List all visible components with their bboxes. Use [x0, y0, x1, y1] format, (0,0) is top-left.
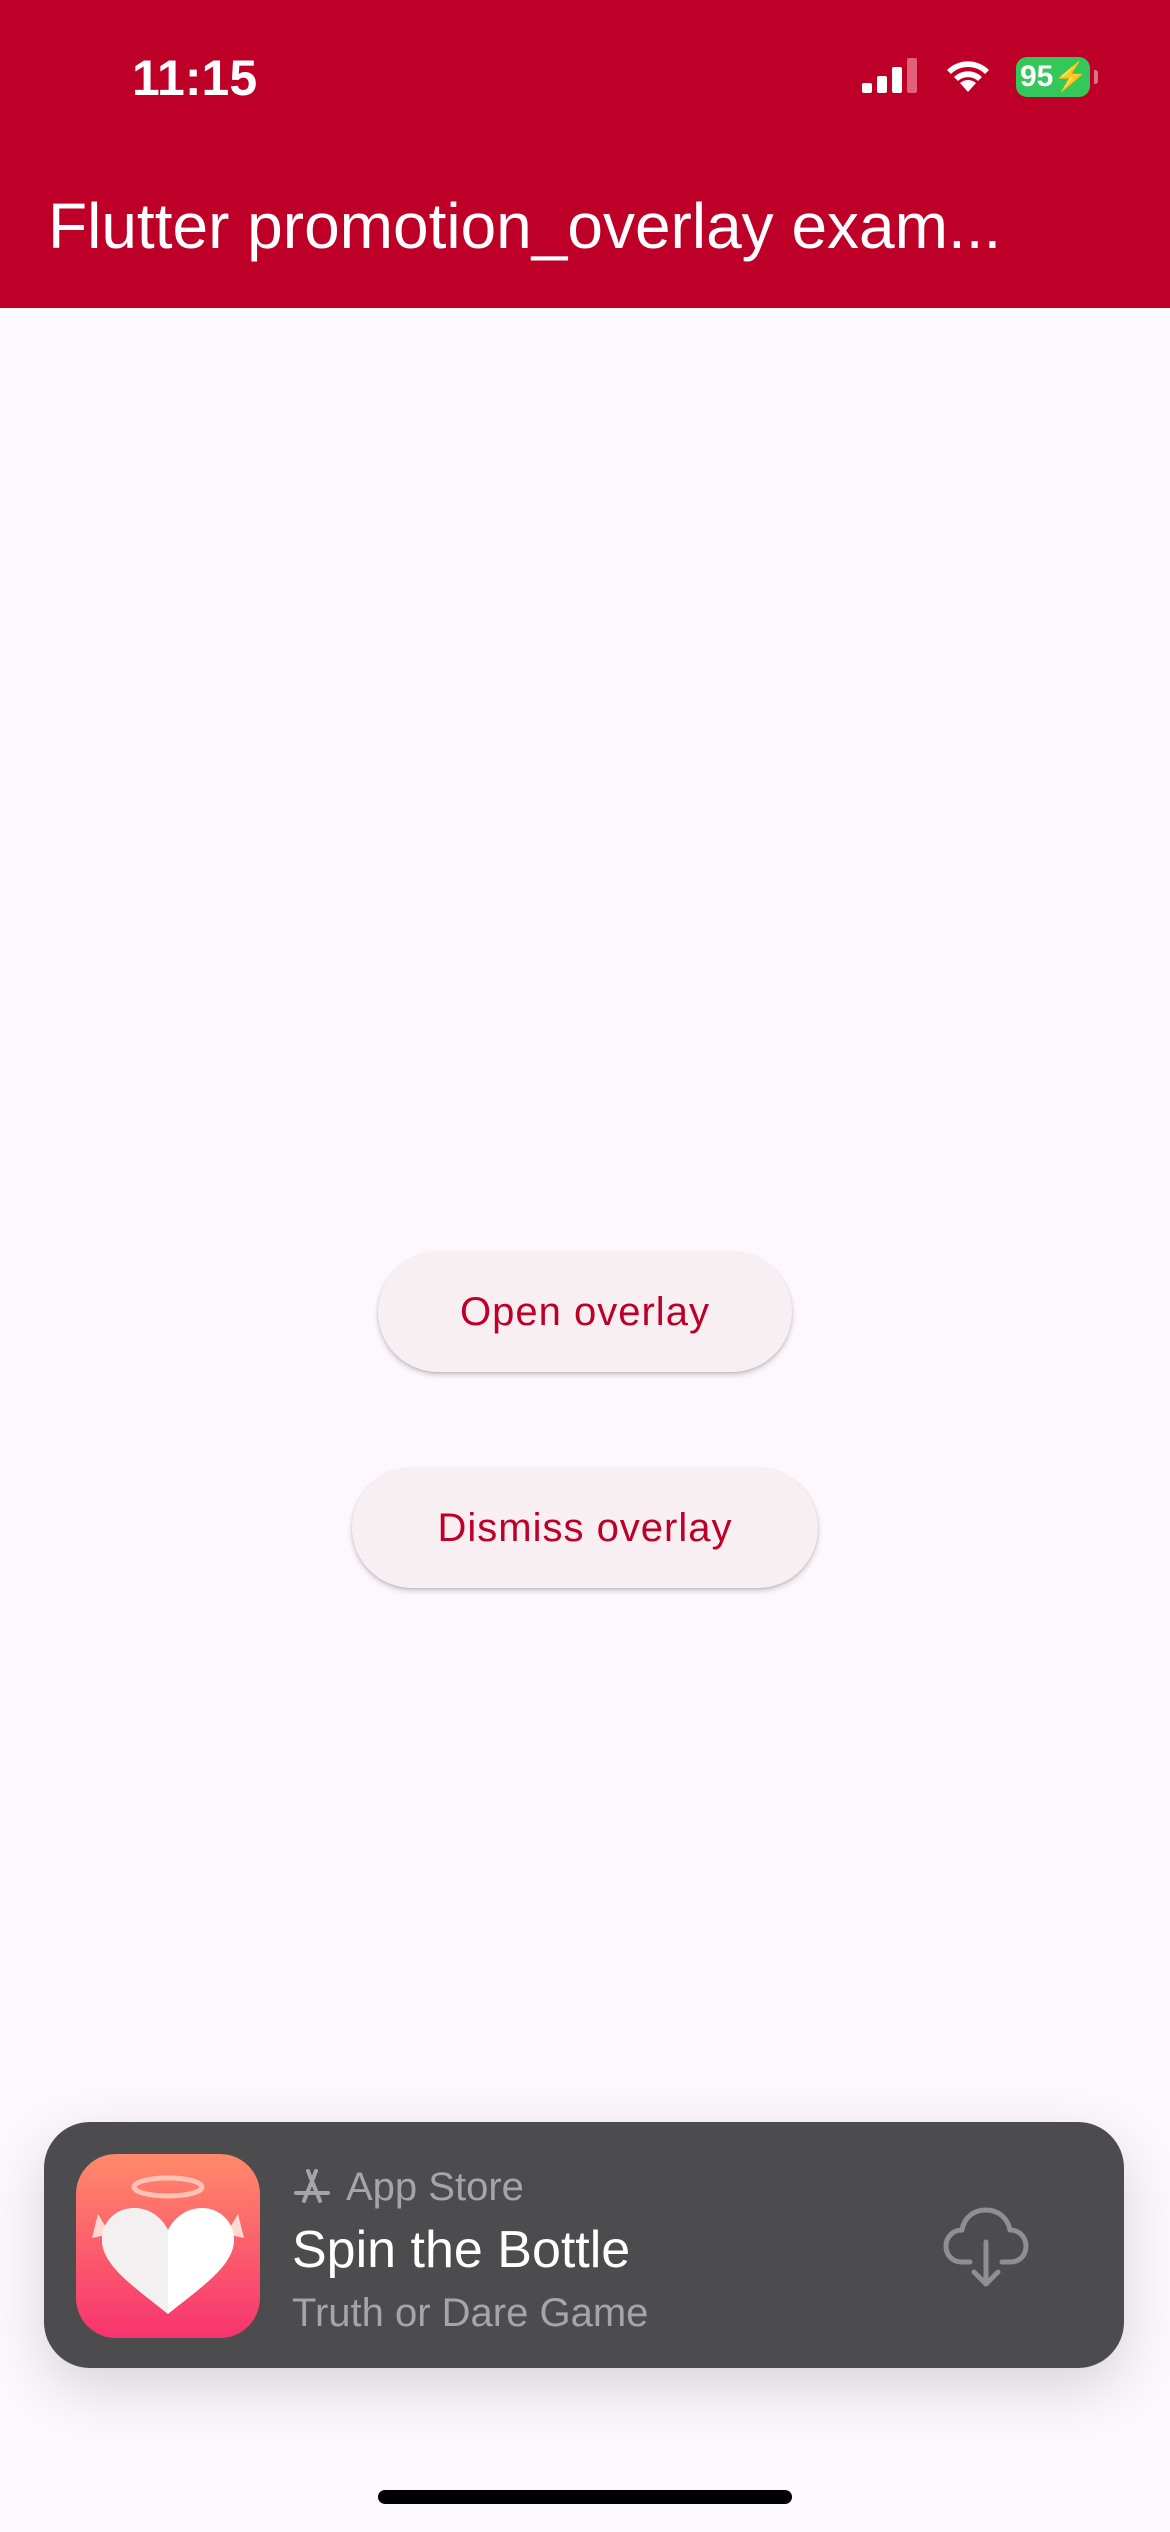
store-row: App Store — [292, 2162, 524, 2212]
home-indicator[interactable] — [378, 2490, 792, 2504]
dismiss-overlay-button-label: Dismiss overlay — [437, 1505, 733, 1550]
battery-level: 95 — [1020, 60, 1054, 93]
promo-app-subtitle: Truth or Dare Game — [292, 2291, 649, 2335]
page-title: Flutter promotion_overlay exam... — [48, 190, 1002, 262]
cloud-download-icon[interactable] — [940, 2200, 1032, 2292]
app-screen: 11:15 95⚡ Flutter promotion_overlay exam… — [0, 0, 1170, 2532]
store-label: App Store — [346, 2164, 524, 2209]
cellular-signal-icon — [862, 57, 920, 98]
promotion-overlay[interactable]: App Store Spin the Bottle Truth or Dare … — [44, 2122, 1124, 2368]
open-overlay-button-label: Open overlay — [460, 1289, 710, 1334]
status-icons: 95⚡ — [862, 52, 1098, 102]
battery-charging-icon: ⚡ — [1053, 61, 1089, 92]
status-time: 11:15 — [132, 50, 258, 106]
battery-icon: 95⚡ — [1016, 57, 1098, 97]
app-bar: 11:15 95⚡ Flutter promotion_overlay exam… — [0, 0, 1170, 308]
battery-nub — [1094, 70, 1098, 84]
app-icon[interactable] — [76, 2154, 260, 2338]
promo-app-name: Spin the Bottle — [292, 2221, 631, 2279]
wifi-icon — [942, 56, 994, 99]
app-store-icon — [292, 2165, 332, 2210]
open-overlay-button[interactable]: Open overlay — [378, 1252, 792, 1372]
dismiss-overlay-button[interactable]: Dismiss overlay — [352, 1468, 818, 1588]
